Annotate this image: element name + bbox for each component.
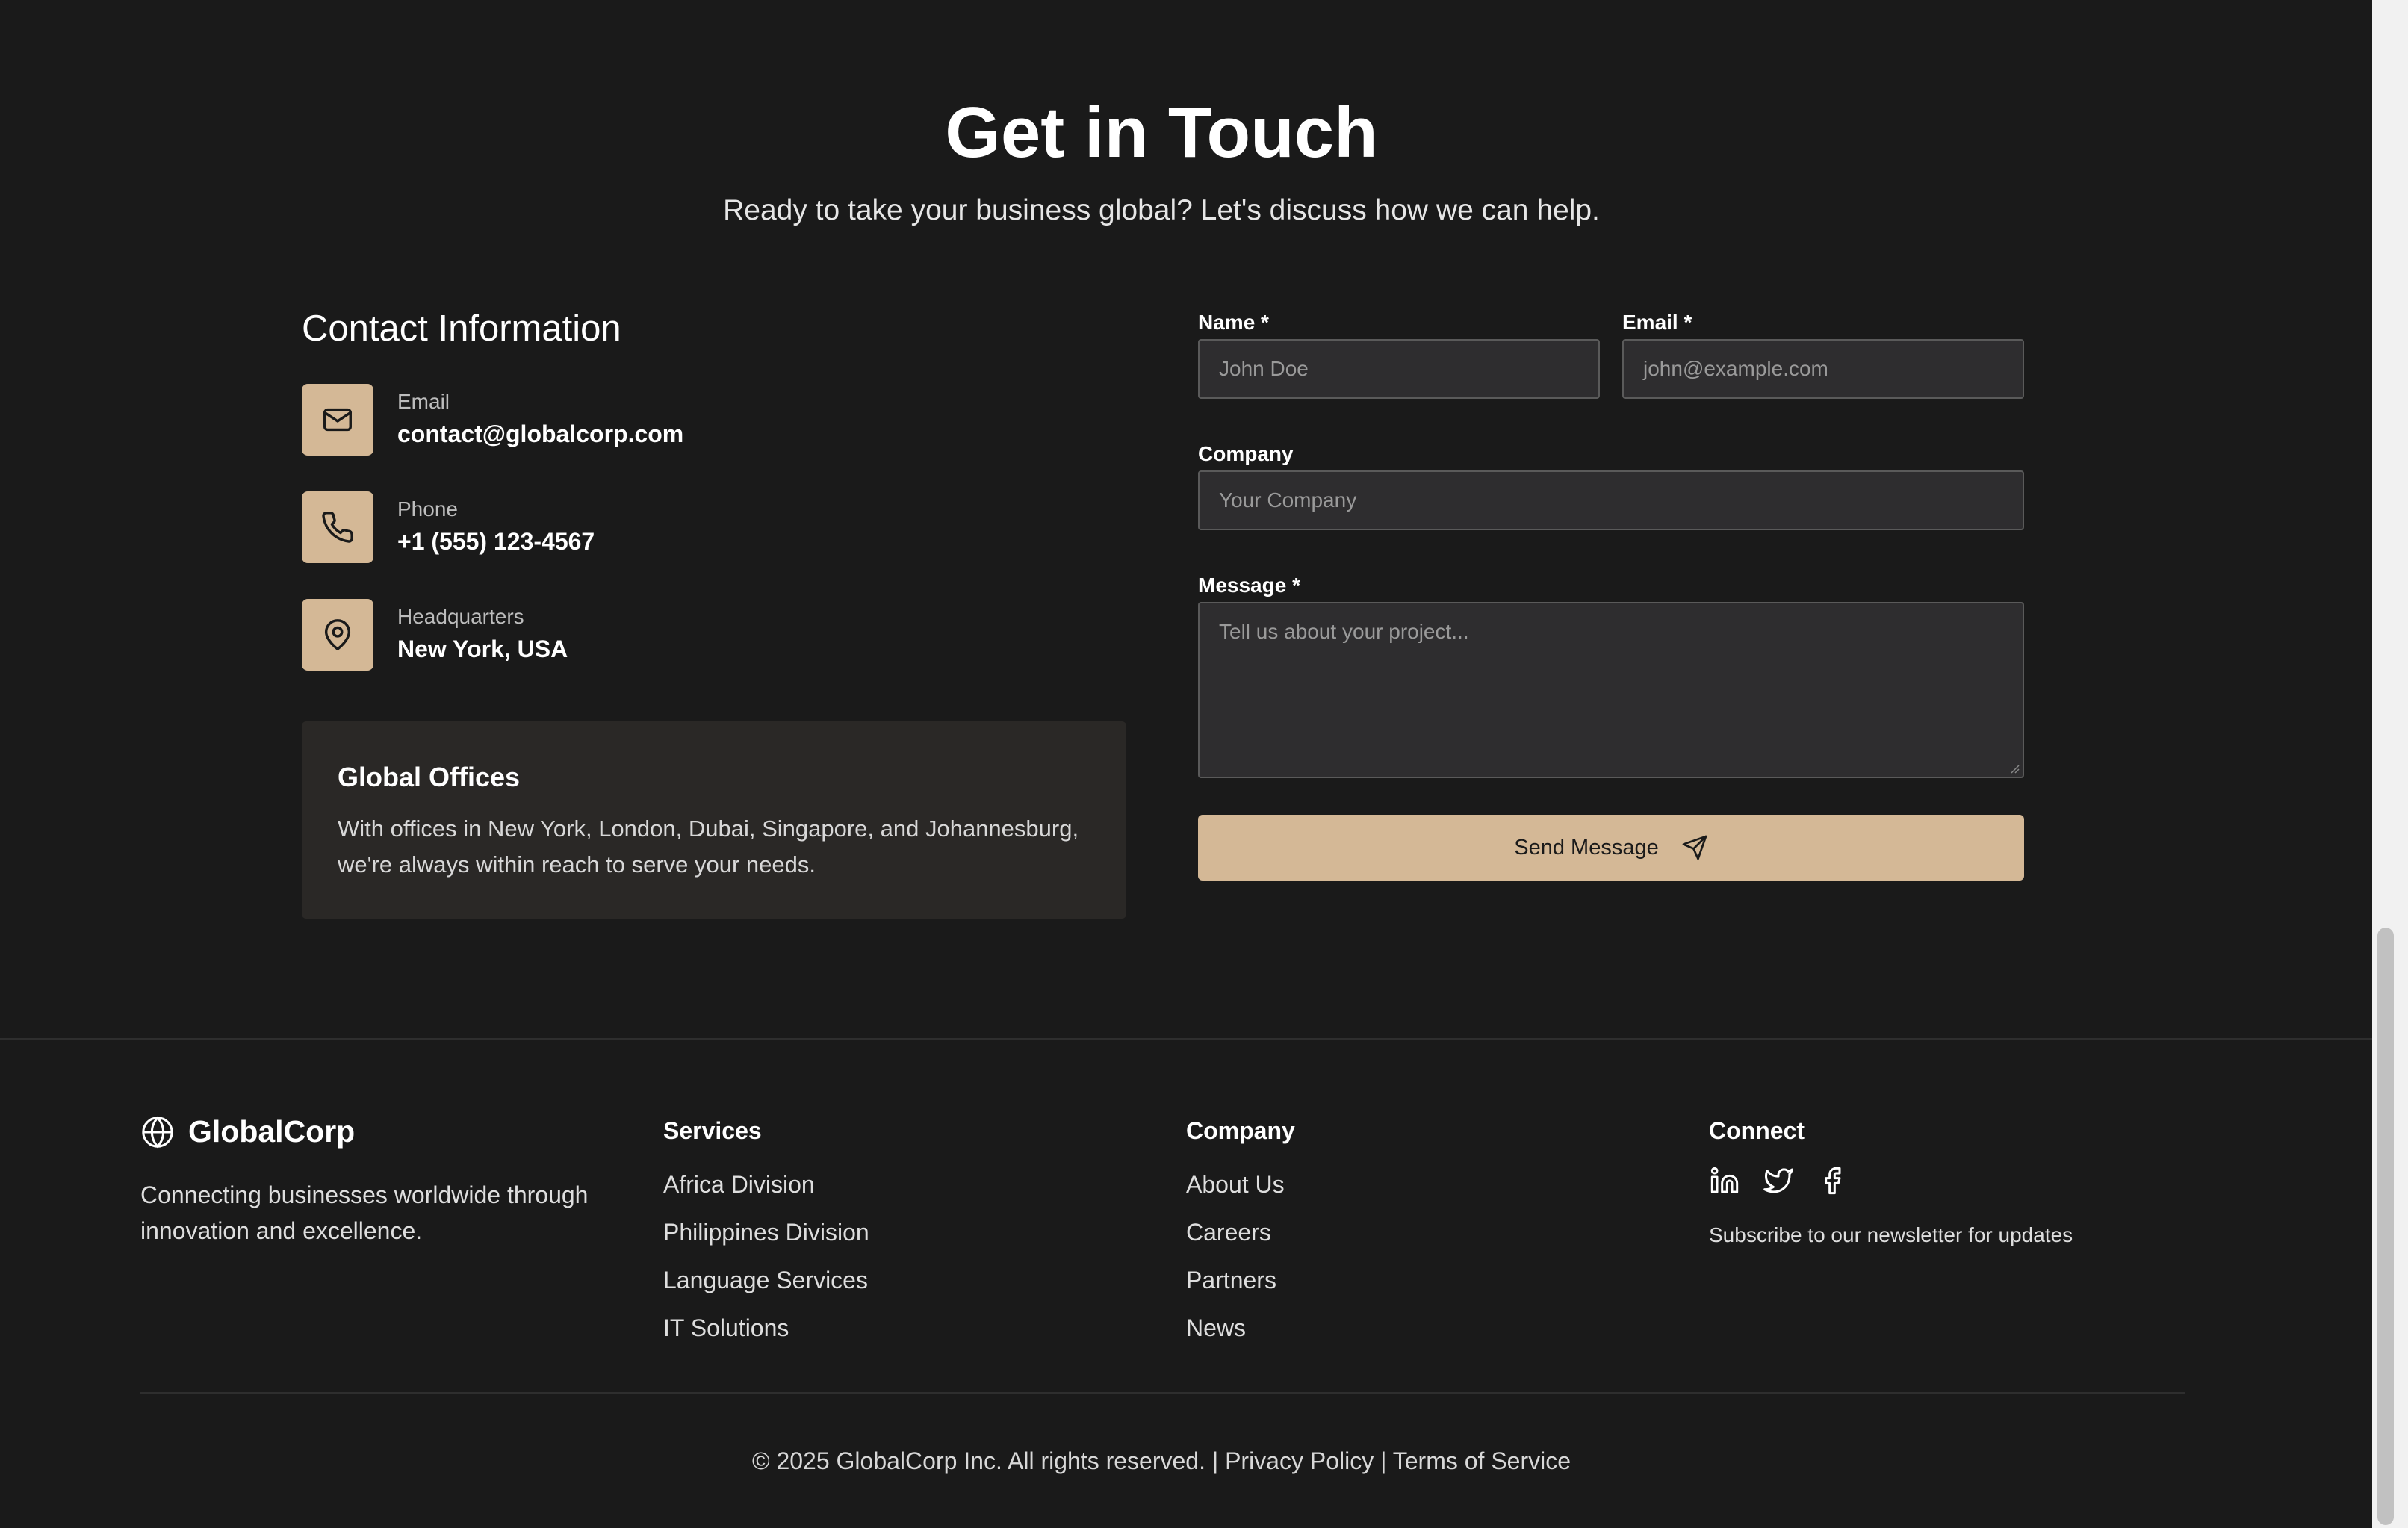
email-placeholder: john@example.com bbox=[1643, 357, 1828, 380]
company-heading: Company bbox=[1186, 1117, 1295, 1144]
message-placeholder: Tell us about your project... bbox=[1219, 620, 1469, 643]
contact-hq-label: Headquarters bbox=[397, 605, 524, 628]
social-links bbox=[1709, 1165, 1848, 1196]
mail-icon bbox=[302, 384, 373, 456]
name-input[interactable]: John Doe bbox=[1198, 339, 1600, 399]
company-placeholder: Your Company bbox=[1219, 488, 1357, 512]
page: Get in Touch Ready to take your business… bbox=[0, 0, 2372, 1528]
contact-email-value[interactable]: contact@globalcorp.com bbox=[397, 418, 683, 450]
footer-divider bbox=[0, 1038, 2372, 1040]
global-offices-title: Global Offices bbox=[338, 762, 521, 792]
bottom-divider bbox=[140, 1392, 2185, 1394]
phone-icon bbox=[302, 491, 373, 563]
footer-link-about-us[interactable]: About Us bbox=[1186, 1168, 1285, 1201]
contact-email-label: Email bbox=[397, 390, 450, 413]
connect-heading: Connect bbox=[1709, 1117, 1805, 1144]
email-label: Email * bbox=[1622, 311, 1692, 334]
company-input[interactable]: Your Company bbox=[1198, 470, 2024, 530]
map-pin-icon bbox=[302, 599, 373, 671]
footer-brand[interactable]: GlobalCorp bbox=[140, 1114, 355, 1149]
contact-info-heading: Contact Information bbox=[302, 308, 621, 349]
globe-icon bbox=[142, 1116, 173, 1148]
global-offices-card: Global Offices With offices in New York,… bbox=[302, 721, 1126, 919]
services-heading: Services bbox=[663, 1117, 762, 1144]
contact-hq-value: New York, USA bbox=[397, 636, 568, 662]
page-title: Get in Touch bbox=[945, 93, 1378, 173]
footer-link-language-services[interactable]: Language Services bbox=[663, 1264, 868, 1296]
contact-phone-item: Phone +1 (555) 123-4567 bbox=[302, 491, 1123, 563]
name-placeholder: John Doe bbox=[1219, 357, 1309, 380]
footer-link-it-solutions[interactable]: IT Solutions bbox=[663, 1311, 789, 1344]
footer-link-partners[interactable]: Partners bbox=[1186, 1264, 1276, 1296]
linkedin-icon[interactable] bbox=[1709, 1165, 1740, 1196]
footer-link-careers[interactable]: Careers bbox=[1186, 1216, 1271, 1249]
message-label: Message * bbox=[1198, 574, 1300, 597]
footer-link-news[interactable]: News bbox=[1186, 1311, 1246, 1344]
twitter-icon[interactable] bbox=[1763, 1165, 1794, 1196]
message-textarea[interactable]: Tell us about your project... bbox=[1198, 602, 2024, 778]
facebook-icon[interactable] bbox=[1816, 1165, 1848, 1196]
scrollbar-thumb[interactable] bbox=[2377, 928, 2394, 1525]
footer-tagline: Connecting businesses worldwide through … bbox=[140, 1181, 589, 1244]
send-icon bbox=[1682, 835, 1707, 860]
send-message-button[interactable]: Send Message bbox=[1198, 815, 2024, 881]
page-subtitle: Ready to take your business global? Let'… bbox=[723, 194, 1600, 226]
brand-name: GlobalCorp bbox=[188, 1114, 356, 1149]
footer-link-philippines-division[interactable]: Philippines Division bbox=[663, 1216, 869, 1249]
send-message-label: Send Message bbox=[1514, 835, 1659, 860]
contact-hq-item: Headquarters New York, USA bbox=[302, 599, 1123, 671]
contact-phone-value[interactable]: +1 (555) 123-4567 bbox=[397, 526, 595, 557]
copyright: © 2025 GlobalCorp Inc. All rights reserv… bbox=[751, 1447, 1571, 1474]
resize-grip-icon[interactable] bbox=[2008, 762, 2020, 774]
contact-phone-label: Phone bbox=[397, 497, 458, 521]
contact-email-item: Email contact@globalcorp.com bbox=[302, 384, 1123, 456]
newsletter-text: Subscribe to our newsletter for updates bbox=[1709, 1223, 2073, 1246]
global-offices-text: With offices in New York, London, Dubai,… bbox=[338, 816, 1079, 878]
footer-link-africa-division[interactable]: Africa Division bbox=[663, 1168, 815, 1201]
name-label: Name * bbox=[1198, 311, 1269, 334]
company-label: Company bbox=[1198, 442, 1294, 465]
email-input[interactable]: john@example.com bbox=[1622, 339, 2024, 399]
